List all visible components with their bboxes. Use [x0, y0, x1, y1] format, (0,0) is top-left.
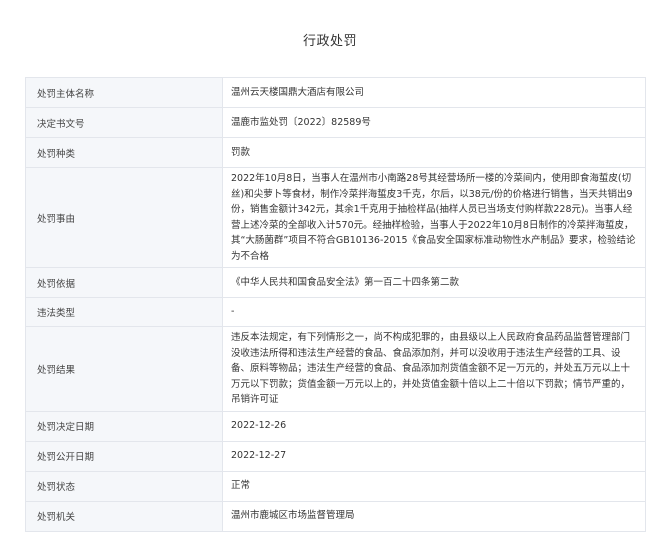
label-subject-name: 处罚主体名称 [25, 77, 223, 108]
row-violation-type: 违法类型 - [25, 297, 646, 327]
label-penalty-basis: 处罚依据 [25, 267, 223, 298]
label-decision-date: 处罚决定日期 [25, 410, 223, 442]
row-decision-number: 决定书文号 温鹿市监处罚〔2022〕82589号 [25, 107, 646, 138]
row-publish-date: 处罚公开日期 2022-12-27 [25, 440, 646, 472]
penalty-record-page: 行政处罚 处罚主体名称 温州云天楼国鼎大酒店有限公司 决定书文号 温鹿市监处罚〔… [0, 0, 660, 554]
row-decision-date: 处罚决定日期 2022-12-26 [25, 410, 646, 442]
label-penalty-status: 处罚状态 [25, 470, 223, 502]
value-subject-name: 温州云天楼国鼎大酒店有限公司 [222, 77, 646, 108]
value-violation-type: - [222, 297, 646, 327]
row-penalty-reason: 处罚事由 2022年10月8日，当事人在温州市小南路28号其经营场所一楼的冷菜间… [25, 167, 646, 268]
value-penalty-status: 正常 [222, 470, 646, 502]
value-decision-date: 2022-12-26 [222, 410, 646, 442]
label-publish-date: 处罚公开日期 [25, 440, 223, 472]
value-publish-date: 2022-12-27 [222, 440, 646, 472]
label-decision-number: 决定书文号 [25, 107, 223, 138]
label-penalty-authority: 处罚机关 [25, 500, 223, 532]
row-penalty-result: 处罚结果 违反本法规定，有下列情形之一，尚不构成犯罪的，由县级以上人民政府食品药… [25, 326, 646, 412]
value-penalty-result: 违反本法规定，有下列情形之一，尚不构成犯罪的，由县级以上人民政府食品药品监督管理… [222, 326, 646, 412]
value-decision-number: 温鹿市监处罚〔2022〕82589号 [222, 107, 646, 138]
row-penalty-basis: 处罚依据 《中华人民共和国食品安全法》第一百二十四条第二款 [25, 267, 646, 298]
value-penalty-authority: 温州市鹿城区市场监督管理局 [222, 500, 646, 532]
row-penalty-type: 处罚种类 罚款 [25, 137, 646, 168]
value-penalty-type: 罚款 [222, 137, 646, 168]
label-penalty-result: 处罚结果 [25, 326, 223, 412]
label-penalty-type: 处罚种类 [25, 137, 223, 168]
label-violation-type: 违法类型 [25, 297, 223, 327]
value-penalty-reason: 2022年10月8日，当事人在温州市小南路28号其经营场所一楼的冷菜间内，使用即… [222, 167, 646, 268]
value-penalty-basis: 《中华人民共和国食品安全法》第一百二十四条第二款 [222, 267, 646, 298]
label-penalty-reason: 处罚事由 [25, 167, 223, 268]
row-penalty-authority: 处罚机关 温州市鹿城区市场监督管理局 [25, 500, 646, 532]
page-title: 行政处罚 [302, 34, 357, 49]
row-subject-name: 处罚主体名称 温州云天楼国鼎大酒店有限公司 [25, 77, 646, 108]
row-penalty-status: 处罚状态 正常 [25, 470, 646, 502]
penalty-record-table: 处罚主体名称 温州云天楼国鼎大酒店有限公司 决定书文号 温鹿市监处罚〔2022〕… [25, 77, 646, 532]
